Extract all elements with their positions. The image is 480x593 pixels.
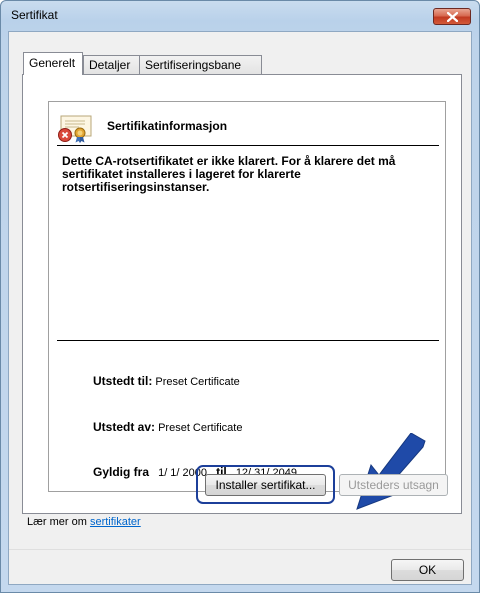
issued-to-label: Utstedt til:	[93, 374, 153, 388]
ok-button[interactable]: OK	[391, 559, 464, 581]
footer-divider	[9, 549, 471, 550]
close-button[interactable]	[433, 8, 471, 25]
issued-by-value: Preset Certificate	[158, 422, 243, 434]
certificate-error-icon	[58, 115, 92, 143]
dialog-client-area: Generelt Detaljer Sertifiseringsbane Ser…	[8, 31, 472, 585]
issued-to-value: Preset Certificate	[155, 376, 240, 388]
certificate-info-heading: Sertifikatinformasjon	[107, 119, 228, 133]
tab-general[interactable]: Generelt	[23, 52, 83, 75]
certificates-link[interactable]: sertifikater	[90, 516, 141, 528]
certificate-status-text: Dette CA-rotsertifikatet er ikke klarert…	[62, 154, 396, 194]
issuer-statement-button[interactable]: Utsteders utsagn	[339, 474, 448, 496]
title-bar[interactable]: Sertifikat	[1, 1, 479, 31]
learn-more-text: Lær mer om sertifikater	[27, 516, 141, 528]
issued-by-label: Utstedt av:	[93, 420, 156, 434]
learn-more-prefix: Lær mer om	[27, 516, 90, 528]
valid-from-label: Gyldig fra	[93, 465, 150, 479]
issued-to-row: Utstedt til: Preset Certificate	[93, 374, 240, 388]
header-divider	[57, 145, 439, 146]
tab-certification-path[interactable]: Sertifiseringsbane	[139, 55, 262, 74]
details-divider	[57, 340, 439, 341]
pointer-arrow-icon	[356, 433, 426, 510]
tab-panel-general: Sertifikatinformasjon Dette CA-rotsertif…	[22, 74, 462, 514]
close-icon	[447, 12, 458, 22]
certificate-dialog: Sertifikat Generelt Detaljer Sertifiseri…	[0, 0, 480, 593]
install-certificate-button[interactable]: Installer sertifikat...	[205, 474, 326, 496]
window-title: Sertifikat	[11, 8, 58, 22]
tab-details[interactable]: Detaljer	[83, 55, 140, 74]
issued-by-row: Utstedt av: Preset Certificate	[93, 420, 242, 434]
